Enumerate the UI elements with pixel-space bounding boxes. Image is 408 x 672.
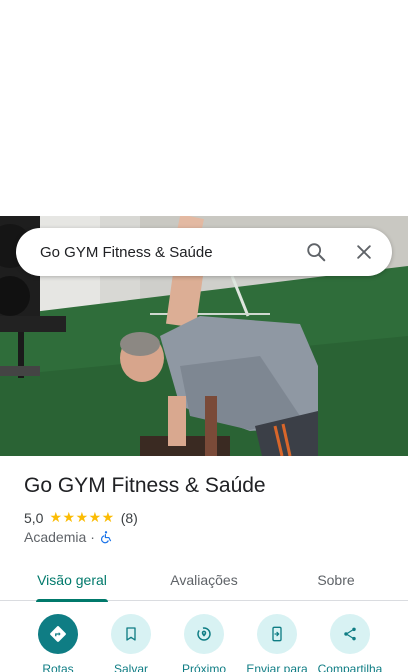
action-label: Compartilha bbox=[317, 662, 383, 672]
send-to-phone-button[interactable]: Enviar para bbox=[237, 614, 317, 672]
review-count[interactable]: (8) bbox=[121, 510, 138, 526]
send-to-phone-button-circle[interactable] bbox=[257, 614, 297, 654]
nearby-icon bbox=[197, 627, 211, 641]
tab-label: Visão geral bbox=[37, 571, 107, 588]
tab-bar: Visão geral Avaliações Sobre bbox=[0, 558, 408, 602]
nearby-button-circle[interactable] bbox=[184, 614, 224, 654]
search-icon bbox=[307, 243, 326, 262]
action-label: Próximo bbox=[181, 662, 226, 672]
star-rating-icon: ★★★★★ bbox=[49, 509, 115, 525]
search-button[interactable] bbox=[292, 228, 340, 276]
close-button[interactable] bbox=[340, 228, 388, 276]
place-sheet: Go GYM Fitness & Saúde Go GYM Fitness & … bbox=[0, 0, 408, 672]
rating-value: 5,0 bbox=[24, 509, 44, 526]
wheelchair-icon[interactable] bbox=[99, 530, 113, 544]
separator-dot: · bbox=[90, 529, 95, 545]
rating-row[interactable]: 5,0 ★★★★★ (8) bbox=[24, 509, 138, 526]
tab-overview[interactable]: Visão geral bbox=[0, 558, 144, 602]
tab-label: Avaliações bbox=[170, 571, 238, 588]
directions-button[interactable]: Rotas bbox=[18, 614, 98, 672]
action-buttons: Rotas Salvar Próximo Enviar para Compart… bbox=[0, 614, 408, 672]
save-button-circle[interactable] bbox=[111, 614, 151, 654]
active-tab-indicator bbox=[36, 599, 108, 602]
action-label: Rotas bbox=[42, 662, 74, 672]
directions-icon bbox=[50, 626, 66, 642]
directions-button-circle[interactable] bbox=[38, 614, 78, 654]
share-button[interactable]: Compartilha bbox=[310, 614, 390, 672]
place-title: Go GYM Fitness & Saúde bbox=[24, 474, 266, 497]
tab-reviews[interactable]: Avaliações bbox=[144, 558, 264, 601]
bookmark-icon bbox=[126, 627, 136, 641]
save-button[interactable]: Salvar bbox=[91, 614, 171, 672]
tab-label: Sobre bbox=[317, 571, 355, 588]
category-row: Academia · bbox=[24, 529, 113, 545]
share-button-circle[interactable] bbox=[330, 614, 370, 654]
action-label: Enviar para bbox=[246, 662, 308, 672]
share-icon bbox=[344, 627, 356, 641]
search-input[interactable]: Go GYM Fitness & Saúde bbox=[16, 244, 292, 261]
place-category: Academia bbox=[24, 529, 87, 545]
send-to-phone-icon bbox=[272, 626, 282, 642]
tab-about[interactable]: Sobre bbox=[264, 558, 408, 601]
close-icon bbox=[357, 245, 371, 259]
search-bar[interactable]: Go GYM Fitness & Saúde bbox=[16, 228, 392, 276]
action-label: Salvar bbox=[113, 662, 148, 672]
nearby-button[interactable]: Próximo bbox=[164, 614, 244, 672]
